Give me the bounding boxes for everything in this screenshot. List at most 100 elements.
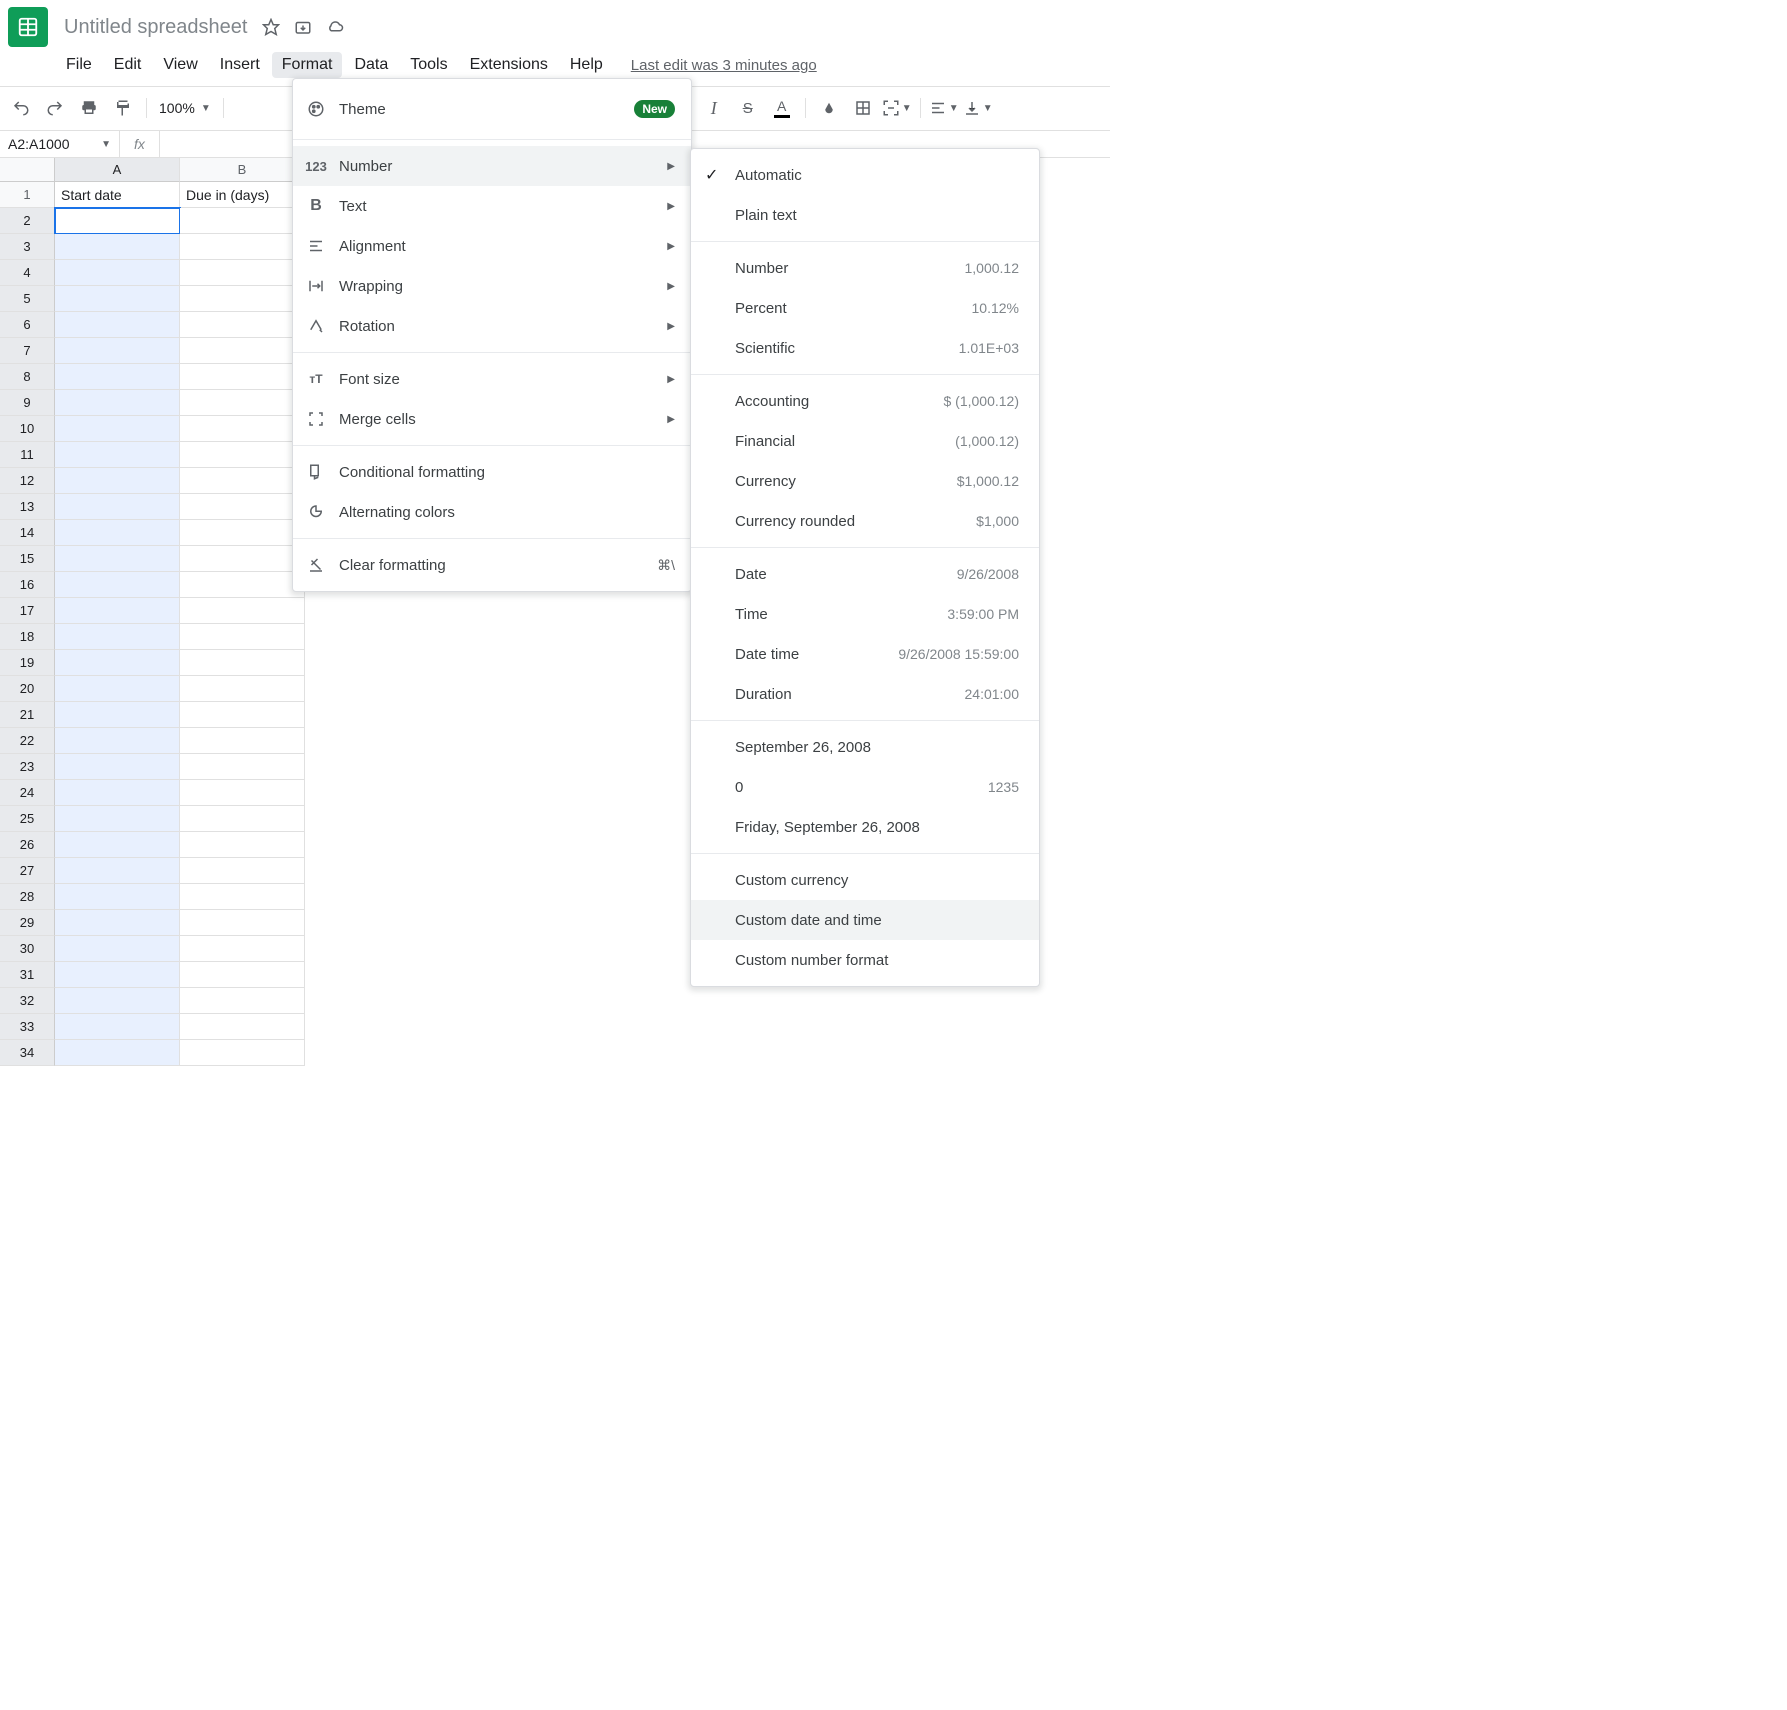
- row-header[interactable]: 9: [0, 390, 55, 416]
- format-clear[interactable]: Clear formatting ⌘\: [293, 545, 691, 585]
- menu-edit[interactable]: Edit: [104, 52, 152, 78]
- cell[interactable]: [180, 676, 305, 702]
- undo-button[interactable]: [4, 91, 38, 125]
- row-header[interactable]: 20: [0, 676, 55, 702]
- menu-format[interactable]: Format: [272, 52, 343, 78]
- star-icon[interactable]: [261, 17, 281, 37]
- cell[interactable]: [180, 468, 305, 494]
- cell[interactable]: [55, 572, 180, 598]
- cell[interactable]: [180, 1014, 305, 1040]
- menu-extensions[interactable]: Extensions: [460, 52, 558, 78]
- cell[interactable]: [180, 624, 305, 650]
- cloud-status-icon[interactable]: [325, 17, 345, 37]
- cell[interactable]: [55, 494, 180, 520]
- cell[interactable]: Due in (days): [180, 182, 305, 208]
- cell[interactable]: [55, 286, 180, 312]
- cell[interactable]: [55, 390, 180, 416]
- row-header[interactable]: 21: [0, 702, 55, 728]
- cell[interactable]: [180, 364, 305, 390]
- cell[interactable]: [180, 546, 305, 572]
- cell[interactable]: [55, 676, 180, 702]
- row-header[interactable]: 3: [0, 234, 55, 260]
- cell[interactable]: [180, 910, 305, 936]
- cell[interactable]: [55, 260, 180, 286]
- horizontal-align-button[interactable]: ▼: [927, 91, 961, 125]
- number-duration[interactable]: Duration24:01:00: [691, 674, 1039, 714]
- row-header[interactable]: 25: [0, 806, 55, 832]
- number-custom-currency[interactable]: Custom currency: [691, 860, 1039, 900]
- merge-cells-button[interactable]: ▼: [880, 91, 914, 125]
- cell[interactable]: [55, 208, 180, 234]
- strikethrough-button[interactable]: S: [731, 91, 765, 125]
- number-automatic[interactable]: ✓Automatic: [691, 155, 1039, 195]
- row-header[interactable]: 19: [0, 650, 55, 676]
- sheets-logo-icon[interactable]: [8, 7, 48, 47]
- document-title[interactable]: Untitled spreadsheet: [58, 14, 253, 41]
- number-custom-date-time[interactable]: Custom date and time: [691, 900, 1039, 940]
- cell[interactable]: [55, 1040, 180, 1066]
- row-header[interactable]: 7: [0, 338, 55, 364]
- row-header[interactable]: 18: [0, 624, 55, 650]
- cell[interactable]: [180, 338, 305, 364]
- format-merge-cells[interactable]: Merge cells ▶: [293, 399, 691, 439]
- cell[interactable]: Start date: [55, 182, 180, 208]
- cell[interactable]: [55, 442, 180, 468]
- row-header[interactable]: 8: [0, 364, 55, 390]
- menu-file[interactable]: File: [56, 52, 102, 78]
- cell[interactable]: [55, 598, 180, 624]
- italic-button[interactable]: I: [697, 91, 731, 125]
- row-header[interactable]: 33: [0, 1014, 55, 1040]
- col-header-b[interactable]: B: [180, 158, 305, 182]
- cell[interactable]: [180, 494, 305, 520]
- number-long-2[interactable]: 01235: [691, 767, 1039, 807]
- paint-format-button[interactable]: [106, 91, 140, 125]
- zoom-select[interactable]: 100%▼: [153, 100, 217, 116]
- row-header[interactable]: 28: [0, 884, 55, 910]
- cell[interactable]: [55, 806, 180, 832]
- number-percent[interactable]: Percent10.12%: [691, 288, 1039, 328]
- cell[interactable]: [55, 962, 180, 988]
- row-header[interactable]: 11: [0, 442, 55, 468]
- cell[interactable]: [180, 390, 305, 416]
- fill-color-button[interactable]: [812, 91, 846, 125]
- cell[interactable]: [55, 754, 180, 780]
- select-all-corner[interactable]: [0, 158, 55, 182]
- cell[interactable]: [180, 312, 305, 338]
- number-currency[interactable]: Currency$1,000.12: [691, 461, 1039, 501]
- number-financial[interactable]: Financial(1,000.12): [691, 421, 1039, 461]
- cell[interactable]: [180, 832, 305, 858]
- format-text[interactable]: B Text ▶: [293, 186, 691, 226]
- cell[interactable]: [55, 312, 180, 338]
- row-header[interactable]: 12: [0, 468, 55, 494]
- menu-help[interactable]: Help: [560, 52, 613, 78]
- format-theme[interactable]: Theme New: [293, 85, 691, 133]
- cell[interactable]: [55, 1014, 180, 1040]
- cell[interactable]: [180, 598, 305, 624]
- cell[interactable]: [180, 806, 305, 832]
- move-icon[interactable]: [293, 17, 313, 37]
- cell[interactable]: [180, 442, 305, 468]
- row-header[interactable]: 16: [0, 572, 55, 598]
- row-header[interactable]: 14: [0, 520, 55, 546]
- row-header[interactable]: 1: [0, 182, 55, 208]
- print-button[interactable]: [72, 91, 106, 125]
- cell[interactable]: [180, 208, 305, 234]
- row-header[interactable]: 29: [0, 910, 55, 936]
- row-header[interactable]: 5: [0, 286, 55, 312]
- cell[interactable]: [180, 650, 305, 676]
- cell[interactable]: [180, 260, 305, 286]
- format-wrapping[interactable]: Wrapping ▶: [293, 266, 691, 306]
- name-box[interactable]: A2:A1000▼: [0, 131, 120, 157]
- cell[interactable]: [55, 624, 180, 650]
- cell[interactable]: [55, 338, 180, 364]
- cell[interactable]: [180, 858, 305, 884]
- format-alternating[interactable]: Alternating colors: [293, 492, 691, 532]
- row-header[interactable]: 23: [0, 754, 55, 780]
- menu-tools[interactable]: Tools: [400, 52, 457, 78]
- vertical-align-button[interactable]: ▼: [961, 91, 995, 125]
- format-number[interactable]: 123 Number ▶: [293, 146, 691, 186]
- cell[interactable]: [55, 520, 180, 546]
- row-header[interactable]: 4: [0, 260, 55, 286]
- col-header-a[interactable]: A: [55, 158, 180, 182]
- cell[interactable]: [180, 234, 305, 260]
